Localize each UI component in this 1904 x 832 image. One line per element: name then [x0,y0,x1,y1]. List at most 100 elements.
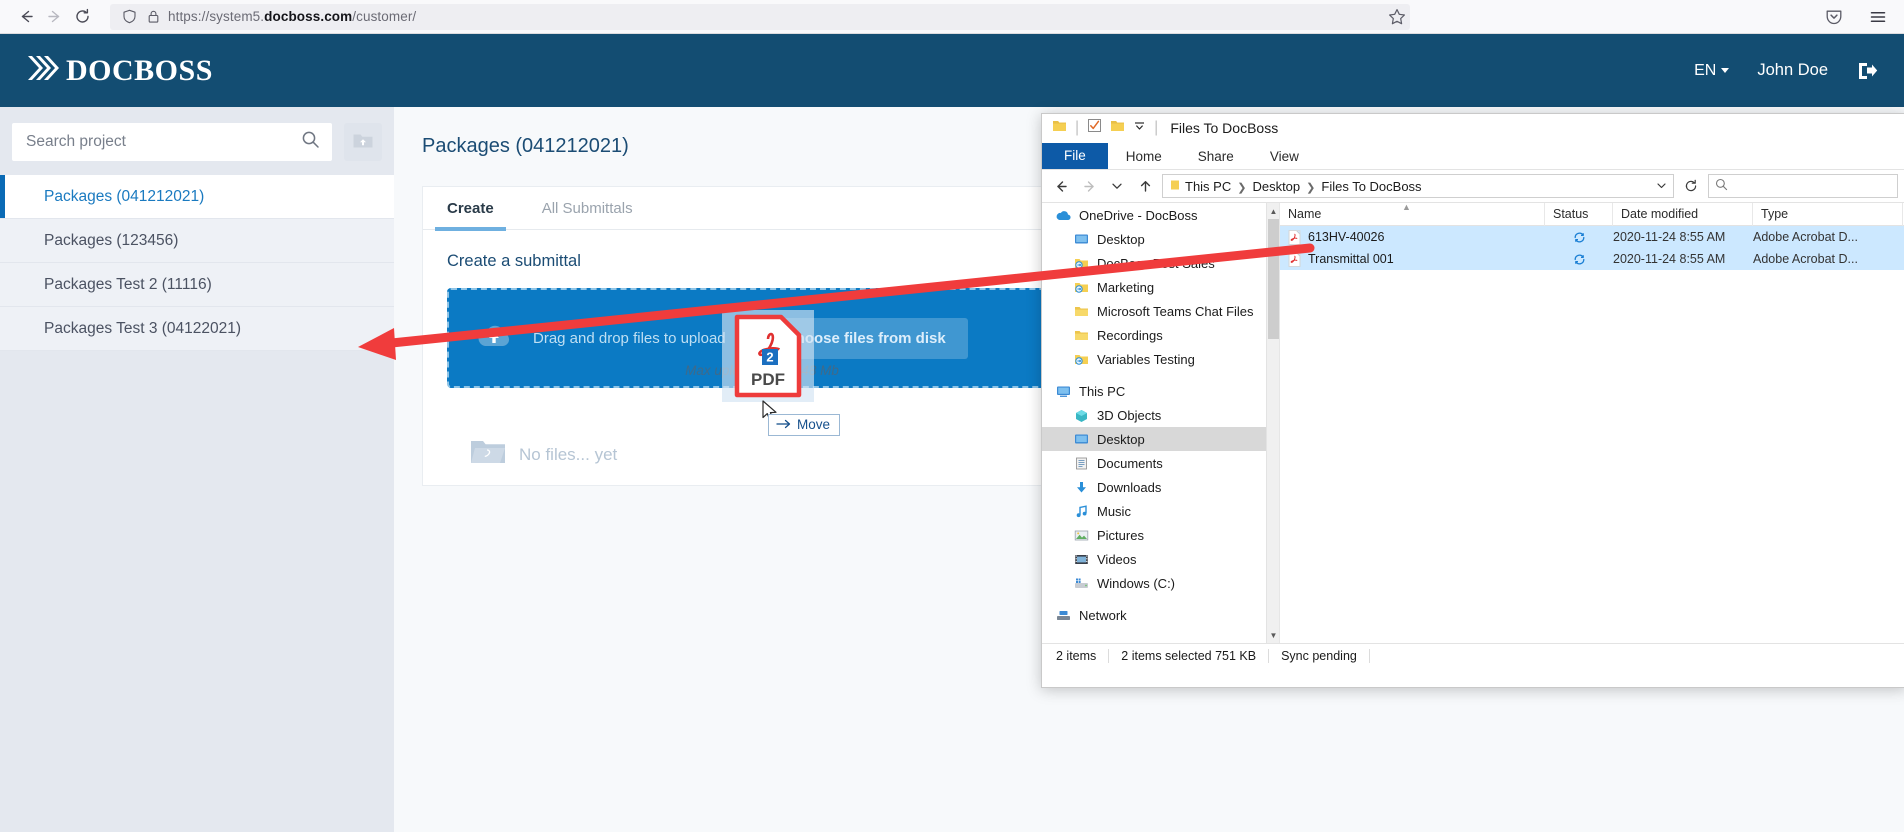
file-dropzone[interactable]: Drag and drop files to upload Or choose … [447,288,1077,388]
file-list-rows: 613HV-40026 2020-11-24 8:55 AM Adobe Acrob… [1280,226,1904,270]
recent-locations-icon[interactable] [1106,175,1128,197]
titlebar-separator: | [1075,119,1080,136]
file-explorer-window: | | Files To DocBoss File Home Share View [1041,113,1904,688]
folder-icon[interactable] [1052,119,1067,138]
cloud-upload-icon [477,323,511,354]
search-icon [1715,178,1728,194]
sidebar-item-label: Packages (123456) [44,231,179,249]
status-bar-item: 2 items [1056,648,1110,663]
tree-item[interactable]: Desktop [1042,227,1279,251]
pdf-file-icon [1288,229,1301,245]
ribbon-tab-file[interactable]: File [1042,143,1108,169]
tree-item[interactable]: Videos [1042,547,1279,571]
tree-item[interactable]: 3D Objects [1042,403,1279,427]
tree-item[interactable]: Windows (C:) [1042,571,1279,595]
tree-item-label: DocBoss Post Sales [1097,255,1215,271]
breadcrumb[interactable]: This PC ❯ Desktop ❯ Files To DocBoss [1162,174,1674,198]
folder-icon [1074,329,1089,342]
refresh-icon[interactable] [1680,175,1702,197]
sort-ascending-icon: ▲ [1402,202,1411,212]
tree-item[interactable]: Microsoft Teams Chat Files [1042,299,1279,323]
tree-item[interactable]: Network [1042,603,1279,627]
folder-upload-button[interactable] [344,123,382,161]
tree-scroll-thumb[interactable] [1268,219,1279,339]
new-folder-icon[interactable] [1110,119,1125,138]
ribbon-tab-view[interactable]: View [1252,145,1317,169]
file-name-cell[interactable]: Transmittal 001 [1280,251,1545,267]
sidebar-item[interactable]: Packages (041212021) [0,175,394,219]
this-pc-icon [1056,385,1071,398]
properties-icon[interactable] [1087,118,1102,138]
back-arrow-icon[interactable] [12,3,40,31]
tree-item-label: OneDrive - DocBoss [1079,207,1198,223]
sidebar-item[interactable]: Packages (123456) [0,219,394,263]
file-row[interactable]: 613HV-40026 2020-11-24 8:55 AM Adobe Acrob… [1280,226,1904,248]
docboss-logo[interactable]: DOCBOSS [26,52,213,89]
back-arrow-icon[interactable] [1050,175,1072,197]
sidebar-item[interactable]: Packages Test 3 (04122021) [0,307,394,351]
forward-arrow-icon[interactable] [1078,175,1100,197]
folder-upload-icon [352,130,374,155]
explorer-search-input[interactable] [1708,174,1898,198]
tab-all-submittals[interactable]: All Submittals [518,187,657,230]
file-list-header: ▲ Name Status Date modified Type [1280,202,1904,226]
dropzone-label: Drag and drop files to upload [533,329,726,347]
tree-item[interactable]: Desktop [1042,427,1279,451]
ribbon-tab-share[interactable]: Share [1180,145,1252,169]
tree-item[interactable]: Pictures [1042,523,1279,547]
user-name-label[interactable]: John Doe [1757,61,1828,80]
save-to-pocket-icon[interactable] [1820,3,1848,31]
tree-item[interactable]: DocBoss Post Sales [1042,251,1279,275]
customize-quick-access-icon[interactable] [1133,119,1146,137]
breadcrumb-path: This PC ❯ Desktop ❯ Files To DocBoss [1185,179,1422,194]
scroll-up-arrow-icon[interactable]: ▲ [1267,203,1279,219]
column-header-date-modified[interactable]: Date modified [1613,202,1753,226]
tree-item[interactable]: Recordings [1042,323,1279,347]
search-input[interactable] [24,132,301,152]
address-bar[interactable]: https://system5.docboss.com/customer/ [110,3,1410,30]
scroll-down-arrow-icon[interactable]: ▼ [1267,627,1279,643]
tree-item[interactable]: OneDrive - DocBoss [1042,203,1279,227]
file-name-cell[interactable]: 613HV-40026 [1280,229,1545,245]
tree-item[interactable]: Marketing [1042,275,1279,299]
up-arrow-icon[interactable] [1134,175,1156,197]
tree-item-label: Marketing [1097,279,1155,295]
tree-item[interactable]: This PC [1042,379,1279,403]
breadcrumb-crumb[interactable]: Files To DocBoss [1321,179,1421,194]
max-upload-note: Max upload size 2048 Mb [685,363,839,378]
bookmark-star-icon[interactable] [1384,4,1410,30]
chevron-down-icon[interactable] [1656,179,1667,194]
choose-files-button[interactable]: Or choose files from disk [743,317,968,359]
documents-icon [1074,457,1089,470]
column-header-status[interactable]: Status [1545,202,1613,226]
desktop-monitor-icon [1074,233,1089,246]
language-selector[interactable]: EN [1694,62,1730,80]
breadcrumb-crumb[interactable]: This PC [1185,179,1231,194]
column-header-name[interactable]: Name [1280,202,1545,226]
logout-icon[interactable] [1856,60,1878,82]
hamburger-menu-icon[interactable] [1864,3,1892,31]
column-header-type[interactable]: Type [1753,202,1903,226]
ribbon-tab-home[interactable]: Home [1108,145,1180,169]
tab-label: All Submittals [541,200,633,217]
tree-item-label: 3D Objects [1097,407,1162,423]
reload-icon[interactable] [68,3,96,31]
forward-arrow-icon[interactable] [40,3,68,31]
tree-item[interactable]: Documents [1042,451,1279,475]
move-arrow-icon [776,417,791,432]
tree-item[interactable]: Music [1042,499,1279,523]
tree-scrollbar[interactable]: ▲ ▼ [1266,203,1279,643]
submittal-card: Create All Submittals Create a submittal … [422,186,1102,486]
breadcrumb-crumb[interactable]: Desktop [1252,179,1300,194]
logo-text: DOCBOSS [66,53,213,87]
search-box[interactable] [12,123,332,161]
sidebar-item-label: Packages Test 3 (04122021) [44,319,242,337]
tree-item[interactable]: Variables Testing [1042,347,1279,371]
tab-create[interactable]: Create [423,187,518,231]
tree-item[interactable]: Downloads [1042,475,1279,499]
search-icon[interactable] [301,130,320,154]
file-row[interactable]: Transmittal 001 2020-11-24 8:55 AM Adobe A… [1280,248,1904,270]
sidebar-item[interactable]: Packages Test 2 (11116) [0,263,394,307]
chevron-down-icon [1721,68,1730,73]
